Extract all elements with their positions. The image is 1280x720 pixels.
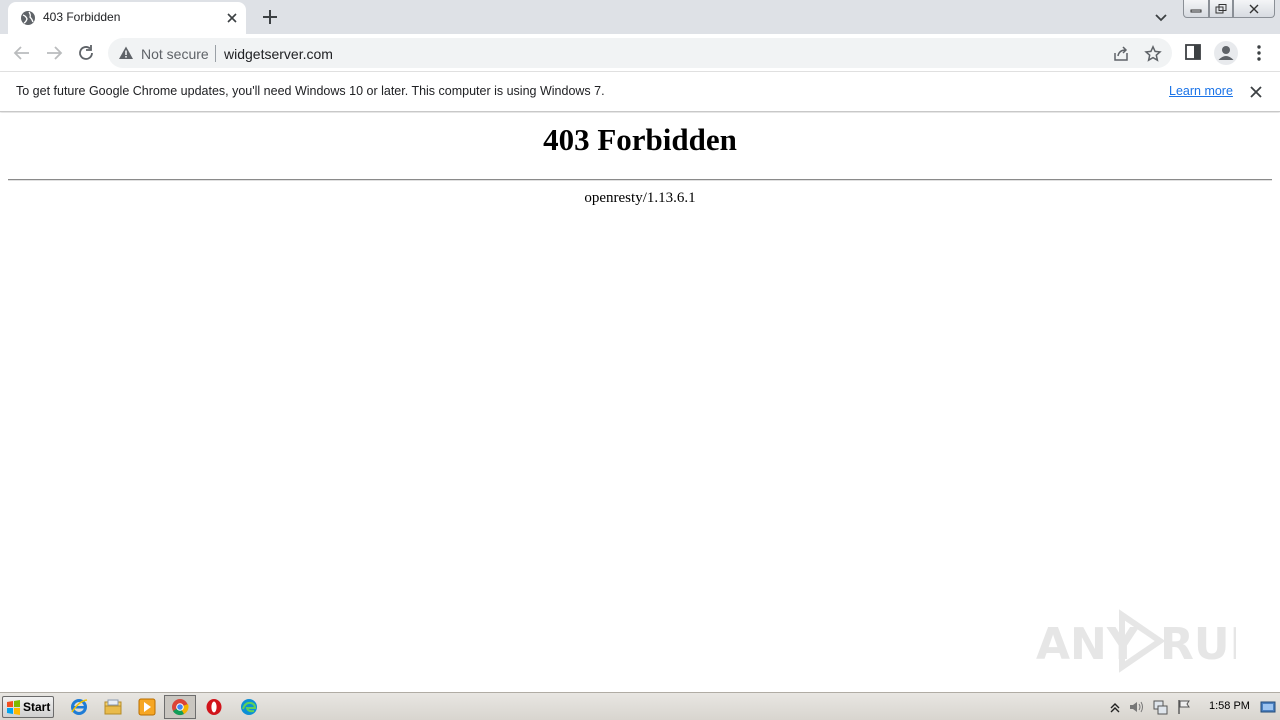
chrome-icon (172, 699, 189, 716)
edge-icon[interactable] (240, 698, 258, 716)
network-icon[interactable] (1152, 699, 1168, 715)
chevron-down-icon[interactable] (1152, 8, 1170, 26)
media-player-icon[interactable] (138, 698, 156, 716)
browser-toolbar: Not secure widgetserver.com (0, 34, 1280, 72)
new-tab-icon[interactable] (260, 7, 280, 27)
address-bar[interactable]: Not secure widgetserver.com (108, 38, 1172, 68)
anyrun-logo-icon: ANY RUN (1036, 609, 1266, 673)
system-tray: 1:58 PM (1104, 695, 1280, 719)
omnibox-separator (215, 45, 216, 62)
share-icon[interactable] (1112, 45, 1130, 63)
start-label: Start (23, 700, 51, 714)
tab-title: 403 Forbidden (43, 10, 121, 24)
divider (8, 179, 1272, 181)
bookmark-star-icon[interactable] (1144, 45, 1162, 63)
side-panel-icon[interactable] (1184, 43, 1202, 61)
window-restore-button[interactable] (1209, 0, 1233, 18)
folder-icon[interactable] (104, 698, 122, 716)
opera-icon[interactable] (205, 698, 223, 716)
minimize-icon (1190, 9, 1202, 12)
update-infobar: To get future Google Chrome updates, you… (0, 72, 1280, 112)
internet-explorer-icon[interactable] (70, 698, 88, 716)
learn-more-link[interactable]: Learn more (1169, 84, 1233, 98)
restore-icon (1215, 3, 1227, 13)
tab-close-icon[interactable] (224, 10, 240, 26)
chevron-up-icon[interactable] (1107, 699, 1123, 715)
forward-arrow-icon[interactable] (43, 42, 65, 64)
security-label[interactable]: Not secure (141, 46, 209, 62)
show-desktop-icon[interactable] (1260, 699, 1276, 715)
taskbar-clock[interactable]: 1:58 PM (1209, 700, 1250, 712)
globe-icon (21, 11, 35, 25)
action-center-flag-icon[interactable] (1176, 699, 1192, 715)
profile-avatar[interactable] (1214, 41, 1238, 65)
infobar-message: To get future Google Chrome updates, you… (16, 84, 605, 98)
anyrun-watermark: ANY RUN (1036, 607, 1266, 677)
person-icon (1218, 46, 1234, 60)
window-minimize-button[interactable] (1183, 0, 1209, 18)
windows-logo-icon (7, 700, 20, 715)
reload-icon[interactable] (75, 42, 97, 64)
tab-strip: 403 Forbidden (0, 0, 1280, 34)
tab-active[interactable]: 403 Forbidden (8, 2, 246, 34)
start-button[interactable]: Start (2, 696, 54, 718)
close-icon (1249, 4, 1259, 13)
url-text[interactable]: widgetserver.com (224, 46, 333, 62)
server-signature: openresty/1.13.6.1 (584, 190, 696, 206)
speaker-icon[interactable] (1128, 699, 1144, 715)
taskbar-chrome-active[interactable] (164, 695, 196, 719)
windows-taskbar: Start 1:58 PM (0, 692, 1280, 720)
svg-text:RUN: RUN (1160, 619, 1236, 670)
page-content: 403 Forbidden openresty/1.13.6.1 ANY RUN (0, 113, 1280, 692)
back-arrow-icon[interactable] (11, 42, 33, 64)
more-vert-icon[interactable] (1250, 43, 1268, 63)
page-title: 403 Forbidden (543, 122, 737, 157)
warning-icon[interactable] (118, 45, 134, 61)
window-close-button[interactable] (1233, 0, 1275, 18)
infobar-close-icon[interactable] (1248, 84, 1264, 100)
